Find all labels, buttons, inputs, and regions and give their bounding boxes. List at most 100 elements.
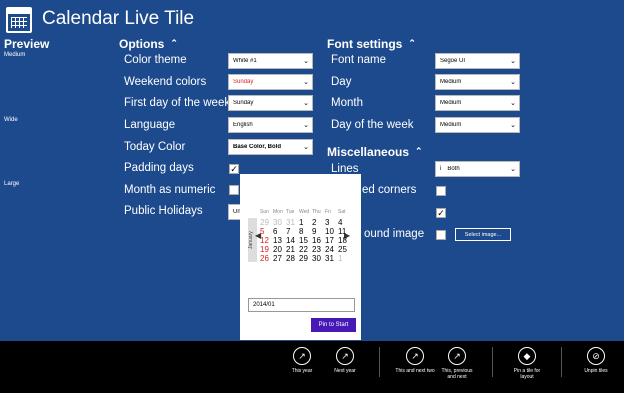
month-numeric-label: Month as numeric <box>124 184 216 196</box>
weekday: Tue <box>286 209 295 215</box>
dow-font-select[interactable]: Medium ⌄ <box>435 117 520 133</box>
pin-icon: ↗ <box>406 347 424 365</box>
first-day-value: Sunday <box>233 100 254 106</box>
weekend-colors-label: Weekend colors <box>124 76 207 88</box>
calendar-icon <box>6 7 32 33</box>
calendar-day: 29 <box>299 254 308 263</box>
dow-font-value: Medium <box>440 122 462 128</box>
pin-this-and-next-two-button[interactable]: ↗ This and next two <box>395 347 435 374</box>
day-font-select[interactable]: Medium ⌄ <box>435 74 520 90</box>
public-holidays-label: Public Holidays <box>124 205 203 217</box>
app-bar-label: This and next two <box>395 368 435 374</box>
weekday: Wed <box>299 209 310 215</box>
app-bar-label: This year <box>291 368 313 374</box>
language-value: English <box>233 122 253 128</box>
chevron-up-icon: ⌃ <box>408 38 416 48</box>
font-settings-heading[interactable]: Font settings ⌃ <box>327 37 416 51</box>
pin-this-previous-next-button[interactable]: ↗ This, previous and next <box>437 347 477 380</box>
pin-next-year-button[interactable]: ↗ Next year <box>325 347 365 374</box>
chevron-up-icon: ⌃ <box>415 146 423 156</box>
chevron-down-icon: ⌄ <box>303 58 309 65</box>
preview-size-large: Large <box>4 181 20 187</box>
calendar-day: 27 <box>273 254 282 263</box>
chevron-down-icon: ⌄ <box>510 58 516 65</box>
pin-icon: ↗ <box>336 347 354 365</box>
app-bar-label: Next year <box>334 368 356 374</box>
chevron-down-icon: ⌄ <box>303 144 309 151</box>
language-label: Language <box>124 119 176 131</box>
color-theme-select[interactable]: White #1 ⌄ <box>228 53 313 69</box>
weekday: Thu <box>312 209 321 215</box>
pin-this-year-button[interactable]: ↗ This year <box>282 347 322 374</box>
rounded-corners-checkbox[interactable] <box>436 186 446 196</box>
chevron-down-icon: ⌄ <box>303 100 309 107</box>
separator <box>561 347 562 377</box>
calendar-day: 28 <box>286 254 295 263</box>
font-settings-heading-label: Font settings <box>327 37 403 51</box>
app-header <box>6 6 32 34</box>
unpin-tiles-button[interactable]: ⊘ Unpin tiles <box>576 347 616 374</box>
misc-heading[interactable]: Miscellaneous ⌃ <box>327 145 423 159</box>
month-font-select[interactable]: Medium ⌄ <box>435 95 520 111</box>
calendar-day: 30 <box>312 254 321 263</box>
background-image-label: ound image <box>364 228 425 240</box>
chevron-down-icon: ⌄ <box>510 79 516 86</box>
preview-size-wide: Wide <box>4 117 18 123</box>
rounded-corners-label: ed corners <box>362 184 417 196</box>
first-day-label: First day of the week <box>124 97 231 109</box>
app-bar-label: This, previous and next <box>441 368 473 380</box>
calendar-days: 29 30 31 1 2 3 4 5 6 7 8 9 10 11 12 13 14 15 16 17 18 19 20 21 2… <box>248 218 352 263</box>
padding-days-label: Padding days <box>124 162 194 174</box>
unpin-icon: ⊘ <box>587 347 605 365</box>
pin-tile-layout-button[interactable]: ◆ Pin a tile for layout <box>507 347 547 380</box>
chevron-down-icon: ⌄ <box>510 100 516 107</box>
month-numeric-checkbox[interactable] <box>229 185 239 195</box>
font-name-label: Font name <box>331 54 386 66</box>
pin-icon: ↗ <box>448 347 466 365</box>
pin-to-start-button[interactable]: Pin to Start <box>311 318 356 332</box>
check-icon: ✓ <box>437 208 445 218</box>
background-image-checkbox[interactable] <box>436 230 446 240</box>
separator <box>379 347 380 377</box>
chevron-up-icon: ⌃ <box>170 38 178 48</box>
weekday-header: Sun Mon Tue Wed Thu Fri Sat <box>248 209 352 216</box>
month-font-value: Medium <box>440 100 462 106</box>
chevron-down-icon: ⌄ <box>303 79 309 86</box>
dow-font-label: Day of the week <box>331 119 414 131</box>
language-select[interactable]: English ⌄ <box>228 117 313 133</box>
day-font-label: Day <box>331 76 352 88</box>
weekend-colors-value: Sunday <box>233 79 254 85</box>
calendar-day: 31 <box>325 254 334 263</box>
today-color-select[interactable]: Base Color, Bold ⌄ <box>228 139 313 155</box>
weekday: Sat <box>338 209 346 215</box>
pin-popup: Sun Mon Tue Wed Thu Fri Sat January ◀ ▶ … <box>240 174 361 340</box>
color-theme-value: White #1 <box>233 58 257 64</box>
padding-days-checkbox[interactable]: ✓ <box>229 164 239 174</box>
preview-size-medium: Medium <box>4 52 26 58</box>
misc-option-checkbox[interactable]: ✓ <box>436 208 446 218</box>
chevron-down-icon: ⌄ <box>510 122 516 129</box>
font-name-select[interactable]: Segoe UI ⌄ <box>435 53 520 69</box>
options-heading[interactable]: Options ⌃ <box>119 37 178 51</box>
today-color-value: Base Color, Bold <box>233 144 282 150</box>
diamond-icon: ◆ <box>518 347 536 365</box>
select-image-button[interactable]: Select image... <box>455 228 511 241</box>
first-day-select[interactable]: Sunday ⌄ <box>228 95 313 111</box>
pin-icon: ↗ <box>293 347 311 365</box>
color-theme-label: Color theme <box>124 54 187 66</box>
preview-heading: Preview <box>4 37 50 51</box>
date-input[interactable]: 2014/01 <box>248 298 355 312</box>
weekday: Mon <box>273 209 283 215</box>
chevron-down-icon: ⌄ <box>510 166 516 173</box>
lines-value: Both <box>447 166 460 172</box>
separator <box>492 347 493 377</box>
misc-heading-label: Miscellaneous <box>327 145 410 159</box>
options-heading-label: Options <box>119 37 165 51</box>
check-icon: ✓ <box>230 164 238 174</box>
font-name-value: Segoe UI <box>440 58 466 64</box>
lines-icon: i <box>440 166 442 172</box>
month-font-label: Month <box>331 97 363 109</box>
today-color-label: Today Color <box>124 141 186 153</box>
weekend-colors-select[interactable]: Sunday ⌄ <box>228 74 313 90</box>
lines-select[interactable]: i Both ⌄ <box>435 161 520 177</box>
